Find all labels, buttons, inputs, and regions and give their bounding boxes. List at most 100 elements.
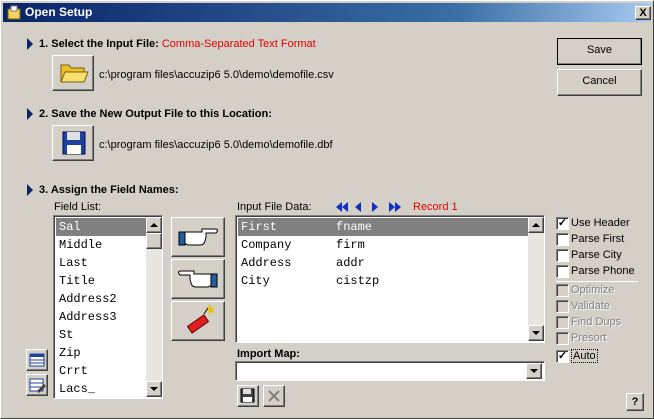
open-setup-dialog: Open Setup X 1. Select the Input File: C…: [0, 0, 654, 419]
import-map-dropdown-button[interactable]: [526, 363, 542, 379]
field-list-scrollbar[interactable]: [146, 217, 162, 397]
assign-field-button[interactable]: [171, 217, 225, 257]
option-label: Optimize: [571, 284, 615, 296]
last-record-icon[interactable]: [387, 200, 403, 214]
next-record-icon[interactable]: [370, 200, 380, 214]
field-list-item[interactable]: Title: [56, 272, 146, 290]
floppy-disk-icon: [240, 388, 255, 403]
import-map-select[interactable]: [235, 361, 545, 381]
output-file-path: c:\program files\accuzip6 5.0\demo\demof…: [99, 139, 333, 151]
close-button[interactable]: X: [635, 6, 651, 20]
folder-open-icon: [60, 64, 89, 83]
option-checkbox: [556, 300, 569, 313]
step3-arrow-icon: [27, 184, 33, 196]
option-checkbox[interactable]: [556, 233, 569, 246]
field-list-item[interactable]: Address3: [56, 308, 146, 326]
step3-label: 3. Assign the Field Names:: [39, 184, 179, 196]
unassign-field-button[interactable]: [171, 259, 225, 299]
input-scroll-up-button[interactable]: [528, 217, 544, 233]
input-field-name: Address: [241, 256, 292, 270]
input-data-row[interactable]: City cistzp: [238, 272, 528, 290]
step2-label: 2. Save the New Output File to this Loca…: [39, 108, 272, 120]
option-label: Use Header: [571, 217, 630, 229]
option-checkbox: [556, 332, 569, 345]
input-data-row[interactable]: First fname: [238, 218, 528, 236]
options-divider: [556, 281, 638, 282]
list-view-button[interactable]: [26, 349, 48, 371]
first-record-icon[interactable]: [334, 200, 350, 214]
field-list-item[interactable]: St: [56, 326, 146, 344]
input-data-row[interactable]: Company firm: [238, 236, 528, 254]
input-field-value: cistzp: [336, 274, 380, 288]
option-label: Parse City: [571, 249, 622, 261]
step1-label: 1. Select the Input File: Comma-Separate…: [39, 38, 316, 50]
previous-record-icon[interactable]: [353, 200, 363, 214]
scroll-up-button[interactable]: [146, 217, 162, 233]
option-label: Find Dups: [571, 316, 622, 328]
input-field-name: First: [241, 220, 278, 234]
option-checkbox[interactable]: [556, 265, 569, 278]
field-list-item[interactable]: Lacs_: [56, 380, 146, 398]
input-field-value: fname: [336, 220, 373, 234]
save-map-button[interactable]: [237, 385, 259, 407]
input-data-list[interactable]: First fname Company firm Address addr City cist…: [235, 215, 545, 343]
option-checkbox: [556, 316, 569, 329]
input-data-row[interactable]: Address addr: [238, 254, 528, 272]
save-button-label: Save: [586, 44, 613, 56]
title-bar: Open Setup X: [3, 3, 651, 22]
option-label: Parse First: [571, 233, 625, 245]
import-map-label: Import Map:: [237, 348, 300, 360]
edit-list-button[interactable]: [26, 374, 48, 396]
field-list-label: Field List:: [54, 201, 102, 213]
field-list-item[interactable]: Middle: [56, 236, 146, 254]
help-icon: ?: [631, 396, 639, 408]
chevron-down-icon: [530, 369, 538, 373]
input-data-scrollbar[interactable]: [528, 217, 544, 341]
help-button[interactable]: ?: [626, 393, 644, 411]
record-navigator: [334, 200, 408, 214]
hand-pointing-right-icon: [178, 228, 218, 246]
arrow-down-icon: [532, 331, 540, 335]
delete-map-button[interactable]: [263, 385, 285, 407]
field-list-item[interactable]: Sal: [56, 218, 146, 236]
input-field-name: Company: [241, 238, 292, 252]
open-input-file-button[interactable]: [52, 55, 94, 91]
field-list[interactable]: Sal Middle Last Title Address2 Address3 St Zip C…: [53, 215, 163, 399]
step2-arrow-icon: [27, 108, 33, 120]
step1-arrow-icon: [27, 38, 33, 50]
field-list-item[interactable]: Address2: [56, 290, 146, 308]
delete-x-icon: [268, 390, 280, 402]
cancel-button-label: Cancel: [582, 75, 617, 87]
arrow-down-icon: [150, 387, 158, 391]
option-checkbox[interactable]: [556, 249, 569, 262]
input-scroll-down-button[interactable]: [528, 325, 544, 341]
window-title: Open Setup: [25, 5, 93, 19]
edit-table-icon: [29, 378, 46, 393]
table-icon: [29, 353, 45, 367]
option-label: Parse Phone: [571, 265, 635, 277]
input-field-value: firm: [336, 238, 365, 252]
scroll-thumb[interactable]: [146, 233, 162, 249]
field-list-item[interactable]: Last: [56, 254, 146, 272]
input-file-path: c:\program files\accuzip6 5.0\demo\demof…: [99, 69, 334, 81]
save-button[interactable]: Save: [557, 38, 642, 65]
option-label: Auto: [571, 349, 598, 363]
floppy-disk-icon: [62, 131, 86, 155]
record-indicator: Record 1: [413, 201, 458, 213]
app-icon: [7, 5, 21, 20]
input-data-label: Input File Data:: [237, 201, 312, 213]
field-list-item[interactable]: Zip: [56, 344, 146, 362]
option-checkbox[interactable]: ✓: [556, 350, 569, 363]
input-format-text: Comma-Separated Text Format: [161, 38, 316, 50]
scroll-down-button[interactable]: [146, 381, 162, 397]
option-label: Presort: [571, 332, 607, 344]
hand-pointing-left-icon: [178, 270, 218, 288]
cancel-button[interactable]: Cancel: [557, 69, 642, 96]
field-list-item[interactable]: Crrt: [56, 362, 146, 380]
option-checkbox[interactable]: ✓: [556, 217, 569, 230]
arrow-up-icon: [150, 223, 158, 227]
save-output-file-button[interactable]: [52, 125, 94, 161]
dynamite-icon: [186, 304, 215, 334]
clear-fields-button[interactable]: [171, 301, 225, 341]
arrow-up-icon: [532, 223, 540, 227]
